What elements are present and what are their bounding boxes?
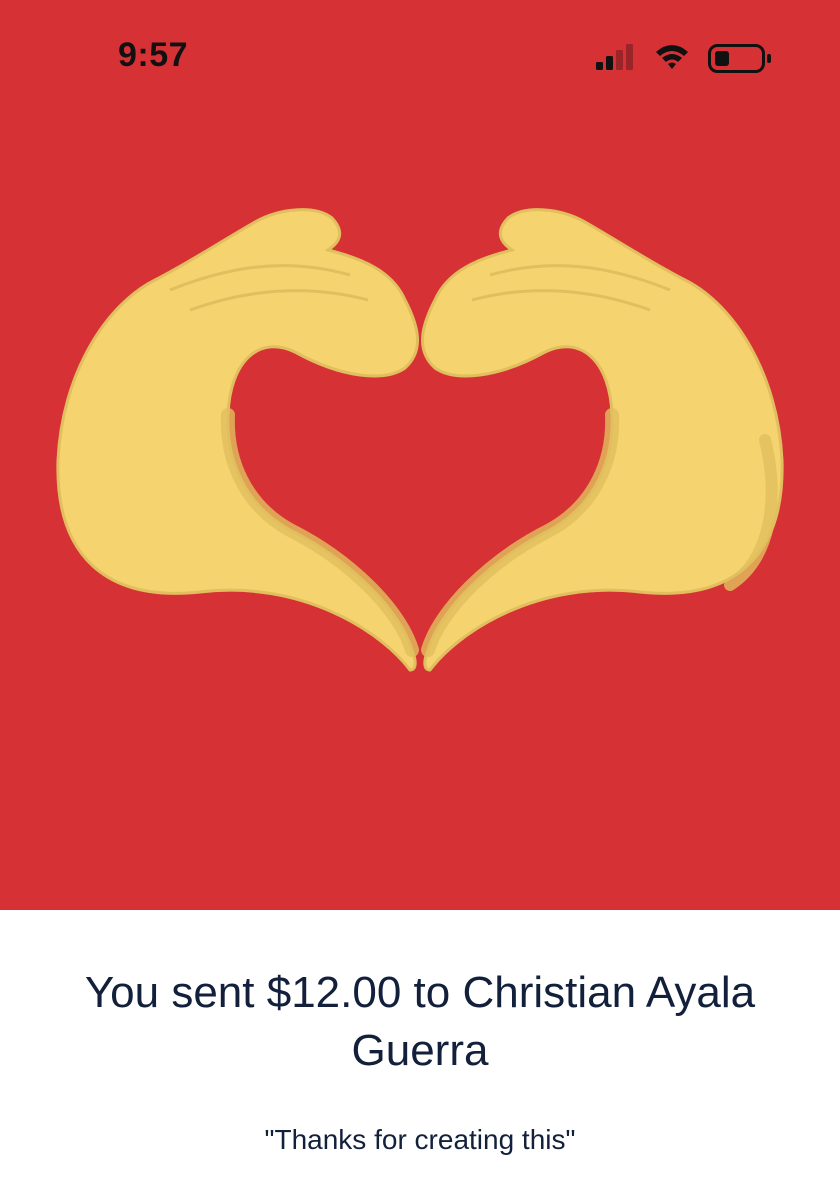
message-area: You sent $12.00 to Christian Ayala Guerr… (0, 910, 840, 1200)
status-time: 9:57 (118, 36, 189, 74)
hero-banner: 9:57 (0, 0, 840, 910)
wifi-icon (656, 45, 688, 69)
right-hand (421, 208, 784, 672)
status-bar: 9:57 (0, 0, 840, 112)
payment-confirmation-screen: 9:57 You sent $12.00 to Christian Ayala … (0, 0, 840, 1200)
status-icons (592, 40, 772, 76)
cellular-signal-icon (596, 44, 633, 70)
heart-hands-icon (56, 208, 784, 672)
payment-note: "Thanks for creating this" (264, 1124, 576, 1155)
left-hand (56, 208, 419, 672)
payment-headline: You sent $12.00 to Christian Ayala Guerr… (84, 968, 756, 1075)
battery-low-icon (708, 44, 771, 73)
